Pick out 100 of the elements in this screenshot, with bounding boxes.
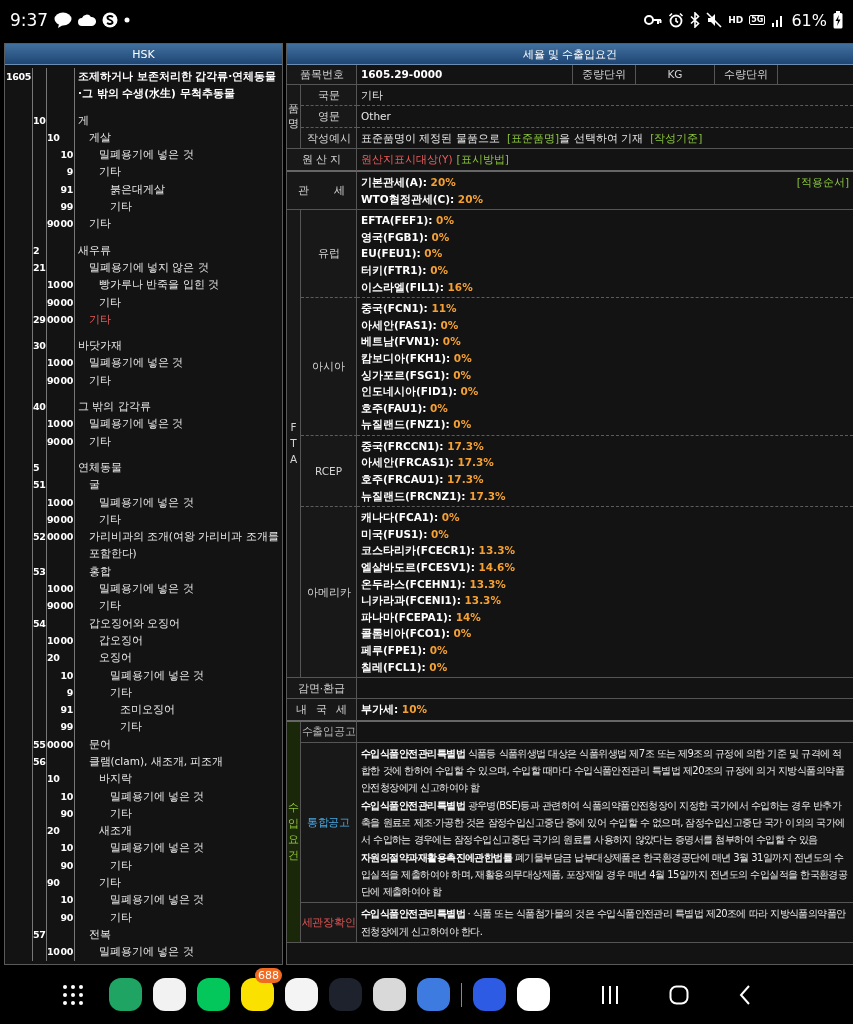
hs-code: 20	[47, 824, 60, 839]
item-description[interactable]: 밀폐용기에 넣은 것	[109, 891, 279, 909]
rate-line: EFTA(FEF1): 0%	[361, 213, 455, 229]
app-icon[interactable]	[109, 978, 142, 1011]
home-icon[interactable]	[669, 984, 689, 1005]
item-description[interactable]: 게살	[88, 128, 279, 147]
recent-apps-icon[interactable]	[601, 984, 619, 1005]
hs-code: 00	[60, 582, 73, 596]
panel-header: HSK	[5, 44, 282, 65]
notification-badge: 688	[255, 968, 282, 983]
item-description[interactable]: 밀폐용기에 넣은 것	[109, 787, 279, 805]
hs-code: 10	[60, 668, 73, 683]
item-description[interactable]: 밀폐용기에 넣은 것	[99, 146, 279, 164]
item-description[interactable]: 기타	[88, 310, 279, 329]
item-description[interactable]: 밀폐용기에 넣은 것	[109, 666, 279, 684]
hs-code: 00	[60, 737, 73, 752]
rate-line: WTO협정관세(C): 20%	[361, 191, 483, 207]
item-description[interactable]: 붉은대게살	[109, 180, 279, 199]
field-label: 작성예시	[301, 127, 357, 150]
item-description[interactable]: 갑오징어와 오징어	[88, 614, 279, 632]
item-description[interactable]: 밀폐용기에 넣은 것	[99, 493, 279, 511]
link[interactable]: [표시방법]	[456, 153, 509, 166]
item-description[interactable]: 기타	[99, 597, 279, 615]
item-description[interactable]: 밀폐용기에 넣은 것	[88, 354, 279, 372]
item-description[interactable]: 밀폐용기에 넣은 것	[88, 415, 279, 433]
link[interactable]: [작성기준]	[650, 131, 703, 144]
field-label: 관 세	[287, 171, 357, 211]
hs-code: 10	[47, 356, 60, 371]
item-description[interactable]: 빵가루나 반죽을 입힌 것	[99, 276, 279, 294]
alarm-icon	[668, 12, 685, 28]
hs-code: 10	[60, 148, 73, 163]
app-icon[interactable]	[373, 978, 406, 1011]
item-description[interactable]: 기타	[99, 874, 279, 892]
item-description[interactable]: 기타	[109, 683, 279, 702]
item-description[interactable]: 오징어	[99, 649, 279, 667]
apps-grid-icon[interactable]	[62, 983, 84, 1006]
app-icon[interactable]	[241, 978, 274, 1011]
field-label: 국문	[301, 84, 357, 107]
item-description[interactable]: 조제하거나 보존처리한 갑각류·연체동물·그 밖의 수생(水生) 무척추동물	[78, 68, 279, 103]
item-description[interactable]: 밀폐용기에 넣은 것	[99, 580, 279, 598]
item-description[interactable]: 기타	[109, 908, 279, 926]
hs-code: 90	[60, 806, 73, 821]
item-description[interactable]: 밀폐용기에 넣은 것	[109, 839, 279, 857]
notification-dot-icon	[124, 17, 131, 23]
app-icon[interactable]	[153, 978, 186, 1011]
notice-paragraph: 자원의절약과재활용촉진에관한법률 폐기물부담금 납부대상제품은 한국환경공단에 매년 3월 31일까지 전년도의 수입실적을 제출하여야 하며, 재활용의무대상제품, 포장재일 경우 매년 4월 15일까지 전년도의 수입실적을 한국환경공단에 제출하여야 함	[361, 850, 849, 900]
hs-code: 90	[60, 910, 73, 925]
item-description[interactable]: 문어	[88, 735, 279, 753]
battery-charging-icon	[833, 11, 843, 29]
app-icon[interactable]	[517, 978, 550, 1011]
link[interactable]: [적용순서]	[796, 173, 849, 191]
item-description[interactable]: 굴	[88, 476, 279, 494]
item-description[interactable]: 게	[78, 111, 279, 129]
item-description[interactable]: 밀폐용기에 넣지 않은 것	[88, 258, 279, 277]
item-description[interactable]: 기타	[88, 432, 279, 450]
item-description[interactable]: 홍합	[88, 562, 279, 580]
item-description[interactable]: 기타	[120, 718, 279, 736]
hs-code: 53	[33, 565, 46, 577]
item-description[interactable]: 그 밖의 갑각류	[78, 398, 279, 416]
link[interactable]: [표준품명]	[507, 131, 560, 144]
hs-code: 54	[33, 617, 46, 629]
item-description[interactable]: 밀폐용기에 넣은 것	[99, 943, 279, 961]
item-description[interactable]: 전복	[88, 925, 279, 944]
back-icon[interactable]	[739, 984, 751, 1005]
hs-code: 2	[33, 244, 40, 256]
item-description[interactable]: 새우류	[78, 241, 279, 259]
app-icon[interactable]	[285, 978, 318, 1011]
item-description[interactable]: 기타	[99, 163, 279, 181]
hs-code: 10	[47, 130, 60, 145]
hs-code: 10	[47, 772, 60, 787]
item-description[interactable]: 기타	[109, 804, 279, 823]
item-description[interactable]: 기타	[99, 293, 279, 311]
circle-s-icon	[102, 12, 119, 28]
field-value: Other	[361, 110, 391, 123]
hs-code: 55	[33, 738, 46, 750]
hs-code: 00	[60, 599, 73, 614]
item-description[interactable]: 기타	[109, 856, 279, 875]
item-description[interactable]: 조미오징어	[120, 701, 279, 719]
item-description[interactable]: 기타	[99, 510, 279, 529]
hs-code: 90	[47, 876, 60, 891]
chat-bubble-icon	[54, 12, 73, 28]
app-icon[interactable]	[197, 978, 230, 1011]
item-description[interactable]: 클램(clam), 새조개, 피조개	[88, 753, 279, 771]
item-description[interactable]: 연체동물	[78, 458, 279, 477]
region-label: 아메리카	[301, 507, 357, 679]
hs-code: 00	[60, 530, 73, 545]
item-description[interactable]: 기타	[109, 198, 279, 216]
item-description[interactable]: 바닷가재	[78, 337, 279, 355]
item-description[interactable]: 갑오징어	[99, 631, 279, 650]
item-description[interactable]: 기타	[88, 215, 279, 233]
muted-speaker-icon	[706, 12, 723, 28]
item-description[interactable]: 바지락	[99, 770, 279, 788]
item-description[interactable]: 기타	[88, 371, 279, 390]
region-label: RCEP	[301, 435, 357, 508]
item-description[interactable]: 새조개	[99, 822, 279, 840]
field-label: 원 산 지	[287, 149, 357, 172]
hs-code: 00	[60, 278, 73, 293]
item-description[interactable]: 가리비과의 조개(여왕 가리비과 조개를 포함한다)	[88, 528, 279, 563]
hs-code: 10	[47, 417, 60, 432]
hs-code: 10	[47, 582, 60, 596]
